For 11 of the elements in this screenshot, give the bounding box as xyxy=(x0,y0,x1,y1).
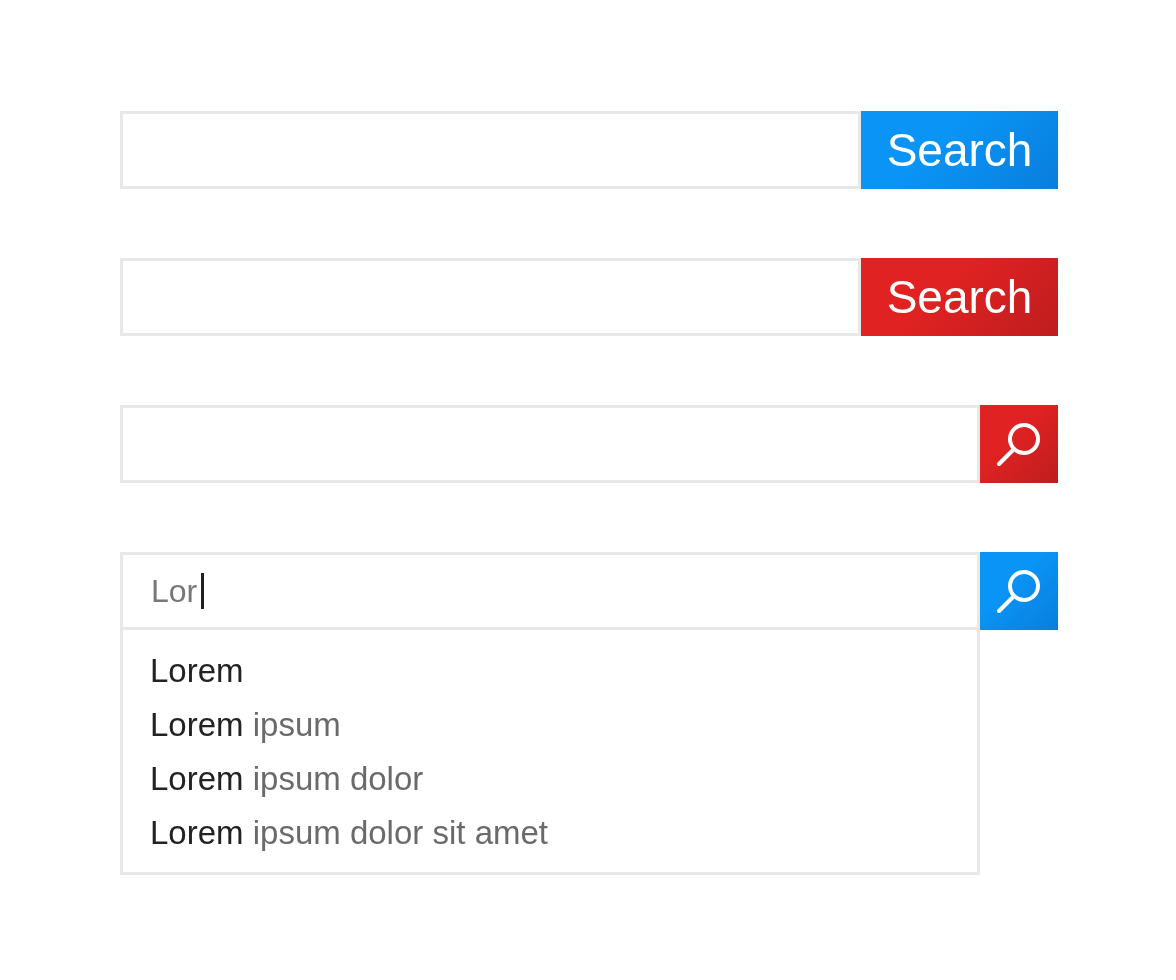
suggestion-item[interactable]: Lorem ipsum dolor xyxy=(150,752,977,806)
suggestion-item[interactable]: Lorem ipsum xyxy=(150,698,977,752)
search-button[interactable] xyxy=(980,405,1058,483)
search-button[interactable]: Search xyxy=(861,258,1058,336)
search-field[interactable] xyxy=(120,258,861,336)
search-field[interactable]: Lor xyxy=(120,552,980,630)
search-field[interactable] xyxy=(120,405,980,483)
search-field[interactable] xyxy=(120,111,861,189)
suggestion-item[interactable]: Lorem ipsum dolor sit amet xyxy=(150,806,977,860)
search-button[interactable] xyxy=(980,552,1058,630)
suggestion-item[interactable]: Lorem xyxy=(150,644,977,698)
